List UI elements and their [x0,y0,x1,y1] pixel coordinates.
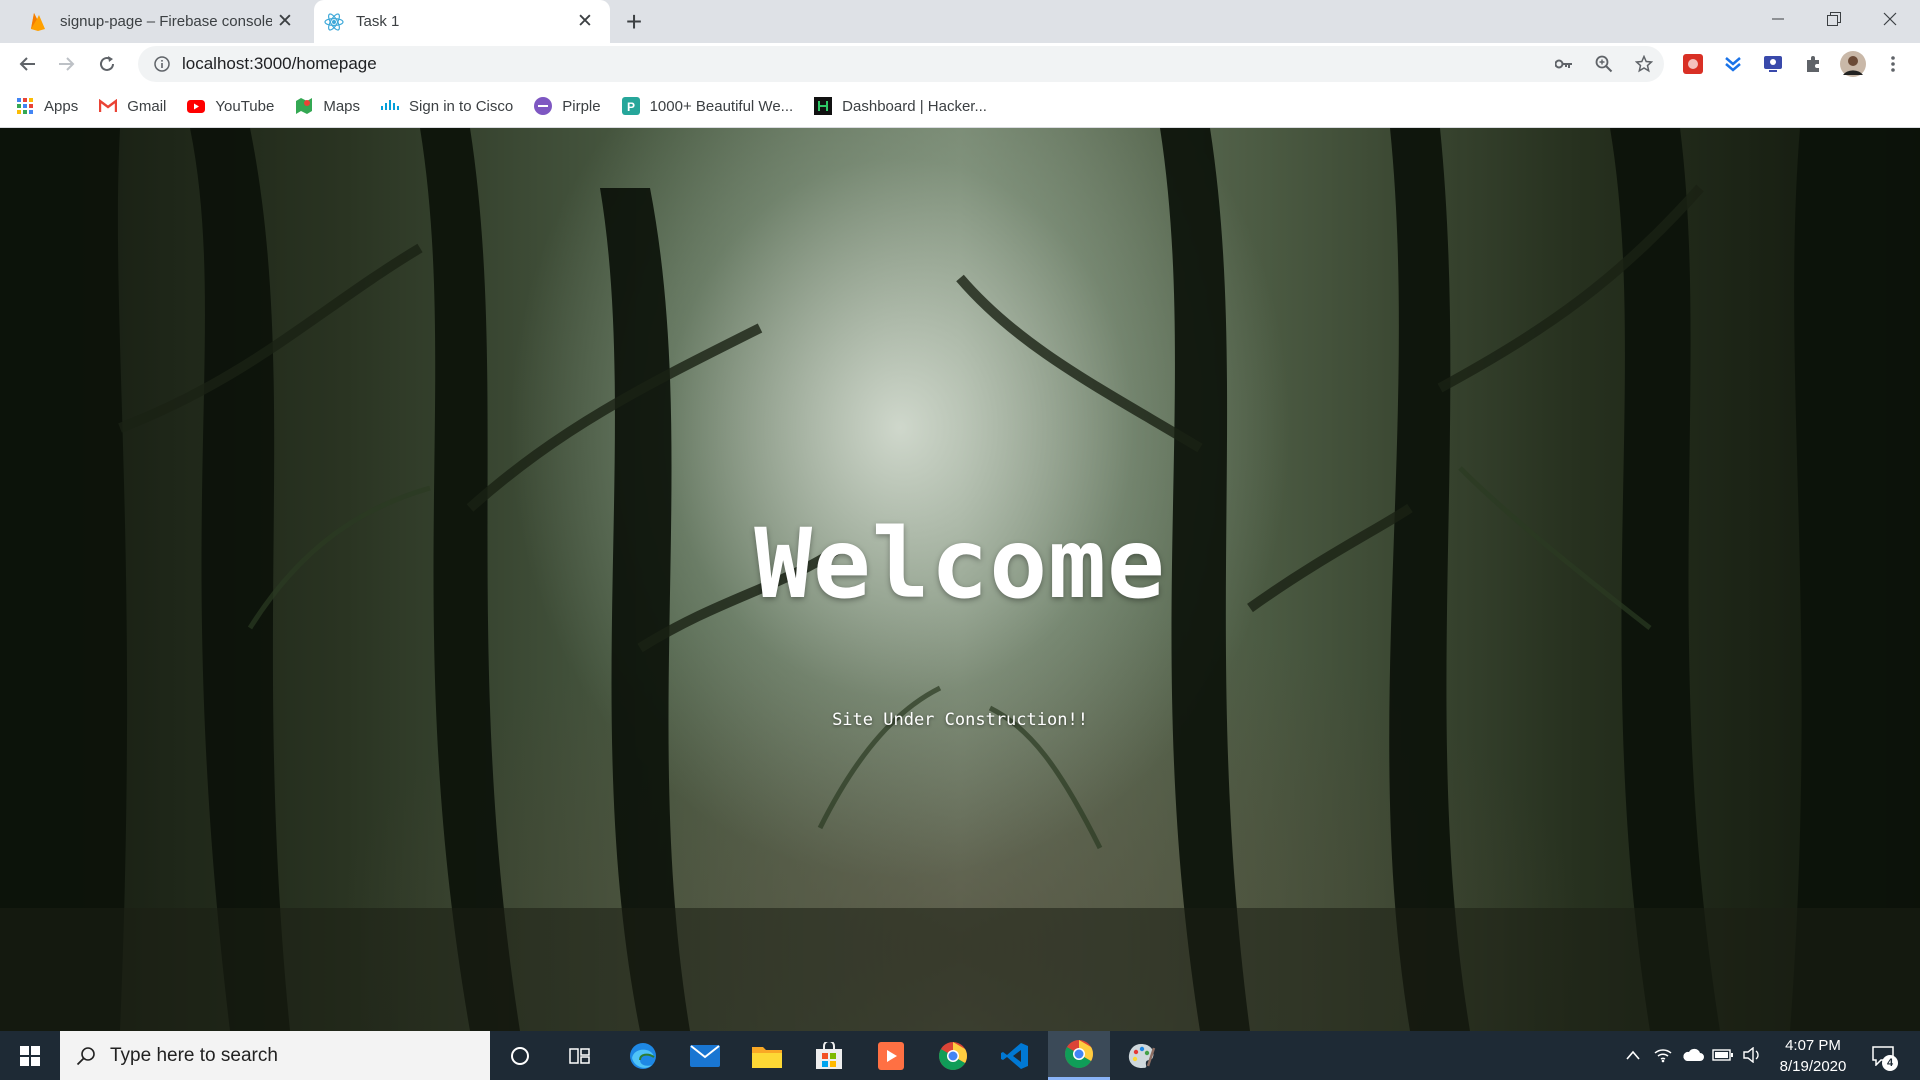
bookmark-label: Gmail [127,97,167,115]
hackerrank-icon [814,97,833,115]
tab-strip: signup-page – Firebase console ✕ Task 1 … [0,0,1920,43]
homepage-hero: Welcome Site Under Construction!! [0,128,1920,1031]
bookmark-label: Pirple [562,97,601,115]
wifi-icon[interactable] [1652,1043,1674,1067]
microsoft-store-icon[interactable] [798,1031,860,1080]
forward-icon[interactable] [50,47,84,81]
bookmark-hackerrank[interactable]: Dashboard | Hacker... [814,97,987,115]
bookmark-beautiful-web[interactable]: P 1000+ Beautiful We... [621,97,794,115]
close-window-icon[interactable] [1862,0,1918,38]
construction-subtitle: Site Under Construction!! [832,710,1088,730]
bookmark-pirple[interactable]: Pirple [534,97,601,115]
search-icon [76,1046,96,1066]
windows-taskbar: Type here to search 4:07 PM 8/19/2020 4 [0,1031,1920,1080]
close-tab-icon[interactable]: ✕ [272,9,298,35]
bookmark-label: YouTube [215,97,275,115]
bookmark-label: Sign in to Cisco [409,97,514,115]
close-tab-icon[interactable]: ✕ [572,9,598,35]
taskbar-clock[interactable]: 4:07 PM 8/19/2020 [1768,1035,1858,1077]
tab-firebase-console[interactable]: signup-page – Firebase console ✕ [12,0,310,43]
site-info-icon[interactable] [142,56,182,72]
extensions-puzzle-icon[interactable] [1798,49,1828,79]
back-icon[interactable] [10,47,44,81]
firebase-icon [28,12,48,32]
tab-title: Task 1 [356,13,400,30]
minimize-window-icon[interactable] [1750,0,1806,38]
volume-icon[interactable] [1741,1043,1763,1067]
battery-icon[interactable] [1712,1043,1734,1067]
bookmark-gmail[interactable]: Gmail [99,97,166,115]
bookmark-cisco[interactable]: Sign in to Cisco [381,97,513,115]
chrome-active-icon[interactable] [1048,1031,1110,1080]
new-tab-button[interactable]: + [618,6,650,38]
file-explorer-icon[interactable] [736,1031,798,1080]
menu-kebab-icon[interactable] [1878,49,1908,79]
cortana-icon[interactable] [489,1031,551,1080]
search-placeholder: Type here to search [110,1044,278,1066]
pirple-icon [534,97,553,115]
extension-screen-icon[interactable] [1758,49,1788,79]
notification-count-badge: 4 [1882,1055,1898,1071]
chrome-icon[interactable] [922,1031,984,1080]
edge-browser-icon[interactable] [612,1031,674,1080]
bookmark-maps[interactable]: Maps [295,97,360,115]
cisco-icon [381,97,400,115]
video-app-icon[interactable] [860,1031,922,1080]
clock-time: 4:07 PM [1785,1037,1841,1054]
reload-icon[interactable] [90,47,124,81]
mail-icon[interactable] [674,1031,736,1080]
svg-text:P: P [627,100,635,114]
url-text[interactable]: localhost:3000/homepage [182,54,1544,74]
onedrive-cloud-icon[interactable] [1682,1043,1704,1067]
paint-palette-icon[interactable] [1110,1031,1172,1080]
youtube-icon [187,97,206,115]
profile-avatar-icon[interactable] [1838,49,1868,79]
bookmark-label: 1000+ Beautiful We... [649,97,794,115]
gmail-icon [99,97,118,115]
address-bar[interactable]: localhost:3000/homepage [138,46,1664,82]
zoom-icon[interactable] [1584,47,1624,81]
bookmark-youtube[interactable]: YouTube [187,97,274,115]
task-view-icon[interactable] [549,1031,611,1080]
notification-center-icon[interactable]: 4 [1868,1041,1898,1071]
browser-toolbar: localhost:3000/homepage [0,43,1920,85]
restore-window-icon[interactable] [1806,0,1862,38]
tab-task-1[interactable]: Task 1 ✕ [314,0,610,43]
extension-red-icon[interactable] [1678,49,1708,79]
bookmark-star-icon[interactable] [1624,47,1664,81]
bookmark-label: Maps [323,97,361,115]
tab-title: signup-page – Firebase console [60,13,272,30]
apps-grid-icon [16,97,34,115]
vscode-icon[interactable] [984,1031,1046,1080]
windows-start-icon[interactable] [0,1031,60,1080]
bookmark-label: Dashboard | Hacker... [842,97,987,115]
bookmarks-bar: Apps Gmail YouTube Maps Sign in to Cisco… [0,85,1920,128]
bookmark-apps[interactable]: Apps [16,97,78,115]
clock-date: 8/19/2020 [1779,1058,1847,1075]
key-icon[interactable] [1544,47,1584,81]
react-icon [324,12,344,32]
extension-chevron-icon[interactable] [1718,49,1748,79]
chevron-up-icon[interactable] [1622,1043,1644,1067]
taskbar-search-box[interactable]: Type here to search [60,1031,490,1080]
p-icon: P [621,97,640,115]
welcome-heading: Welcome [754,508,1166,620]
maps-icon [295,97,313,115]
bookmark-label: Apps [44,97,79,115]
